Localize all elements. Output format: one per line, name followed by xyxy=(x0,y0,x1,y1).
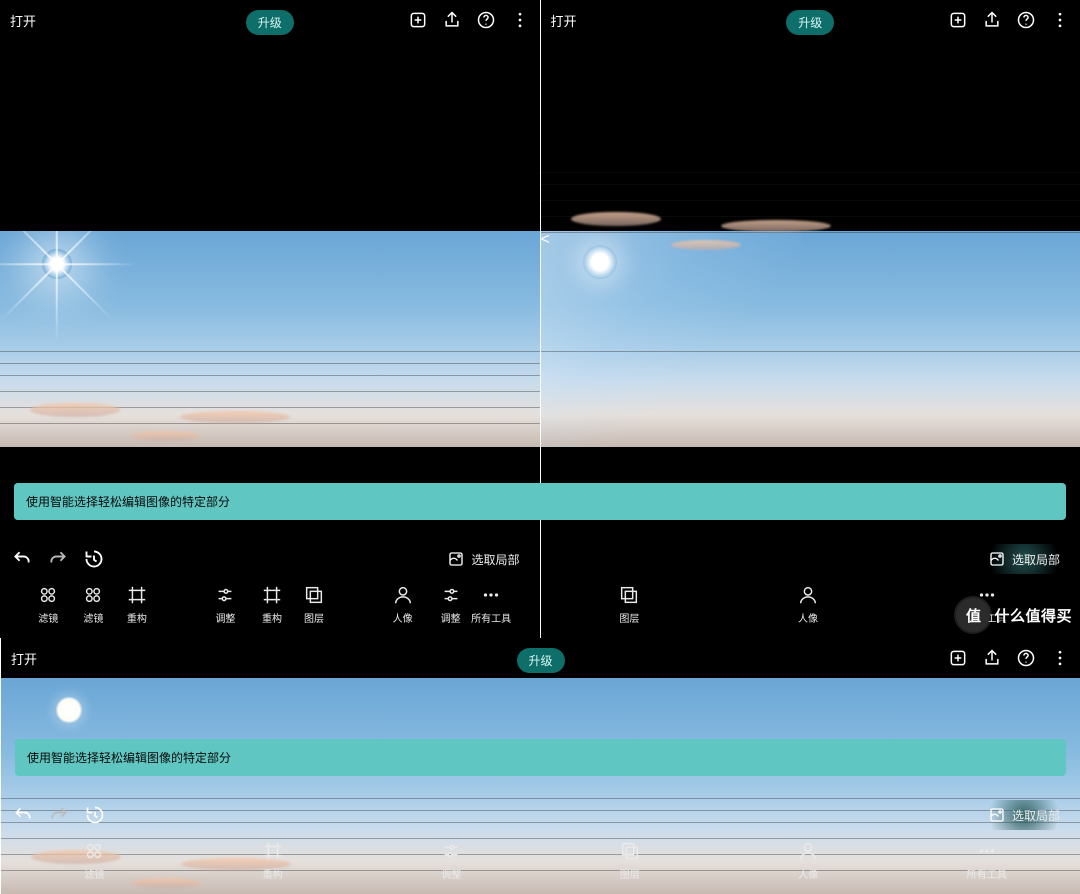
select-local-button[interactable]: 选取局部 xyxy=(980,544,1068,574)
bottom-toolbar: 滤镜 重构 调整 图层 人像 所有工具 xyxy=(1,836,1080,894)
tool-filter[interactable]: 滤镜 xyxy=(4,584,183,625)
undo-icon[interactable] xyxy=(12,549,32,569)
upgrade-pill[interactable]: 升级 xyxy=(516,648,564,673)
more-icon[interactable] xyxy=(1050,648,1070,668)
share-icon[interactable] xyxy=(442,10,462,30)
tip-banner[interactable]: 使用智能选择轻松编辑图像的特定部分 xyxy=(14,483,1066,520)
tool-filter[interactable]: 滤镜 xyxy=(5,840,184,881)
redo-icon[interactable] xyxy=(48,549,68,569)
undo-icon[interactable] xyxy=(13,805,33,825)
share-icon[interactable] xyxy=(982,648,1002,668)
add-icon[interactable] xyxy=(948,648,968,668)
upgrade-pill[interactable]: 升级 xyxy=(246,10,294,35)
tool-portrait[interactable]: 人像 xyxy=(719,840,898,881)
watermark-text: 什么值得买 xyxy=(994,605,1072,626)
history-icon[interactable] xyxy=(85,805,105,825)
tool-portrait[interactable]: 人像 xyxy=(719,584,898,625)
select-local-label: 选取局部 xyxy=(1012,807,1060,824)
add-icon[interactable] xyxy=(948,10,968,30)
bottom-toolbar: 滤镜 重构 调整 图层 人像 所有工具 xyxy=(0,580,1080,638)
help-icon[interactable] xyxy=(1016,648,1036,668)
tool-layers[interactable]: 图层 xyxy=(540,584,719,625)
add-icon[interactable] xyxy=(408,10,428,30)
history-icon[interactable] xyxy=(84,549,104,569)
top-bar: 打开 升级 xyxy=(541,0,1080,40)
triptych-container: 打开 升级 xyxy=(0,0,1080,638)
help-icon[interactable] xyxy=(1016,10,1036,30)
photo-preview[interactable] xyxy=(0,231,540,447)
open-button[interactable]: 打开 xyxy=(10,11,36,30)
top-bar: 打开 升级 xyxy=(1,638,1080,678)
share-icon[interactable] xyxy=(982,10,1002,30)
open-button[interactable]: 打开 xyxy=(551,11,577,30)
more-icon[interactable] xyxy=(1050,10,1070,30)
watermark: 值 什么值得买 xyxy=(956,598,1072,632)
open-button[interactable]: 打开 xyxy=(11,649,37,668)
redo-icon[interactable] xyxy=(49,805,69,825)
watermark-badge: 值 xyxy=(956,598,990,632)
top-bar: 打开 升级 xyxy=(0,0,540,40)
tool-all[interactable]: 所有工具 xyxy=(898,840,1077,881)
editor-panel: 打开 升级 使用智能选择 xyxy=(0,638,1080,894)
select-local-button[interactable]: 选取局部 xyxy=(980,800,1068,830)
select-local-label: 选取局部 xyxy=(1012,551,1060,568)
undo-row: 选取局部 xyxy=(0,542,1080,576)
tool-adjust[interactable]: 调整 xyxy=(361,584,540,625)
more-icon[interactable] xyxy=(510,10,530,30)
tool-recompose[interactable]: 重构 xyxy=(184,840,363,881)
tool-adjust[interactable]: 调整 xyxy=(362,840,541,881)
undo-row: 选取局部 xyxy=(1,798,1080,832)
upgrade-pill[interactable]: 升级 xyxy=(786,10,834,35)
photo-preview[interactable]: < xyxy=(541,231,1080,447)
tool-recompose[interactable]: 重构 xyxy=(183,584,362,625)
help-icon[interactable] xyxy=(476,10,496,30)
tool-layers[interactable]: 图层 xyxy=(541,840,720,881)
tip-banner[interactable]: 使用智能选择轻松编辑图像的特定部分 xyxy=(15,739,1066,776)
